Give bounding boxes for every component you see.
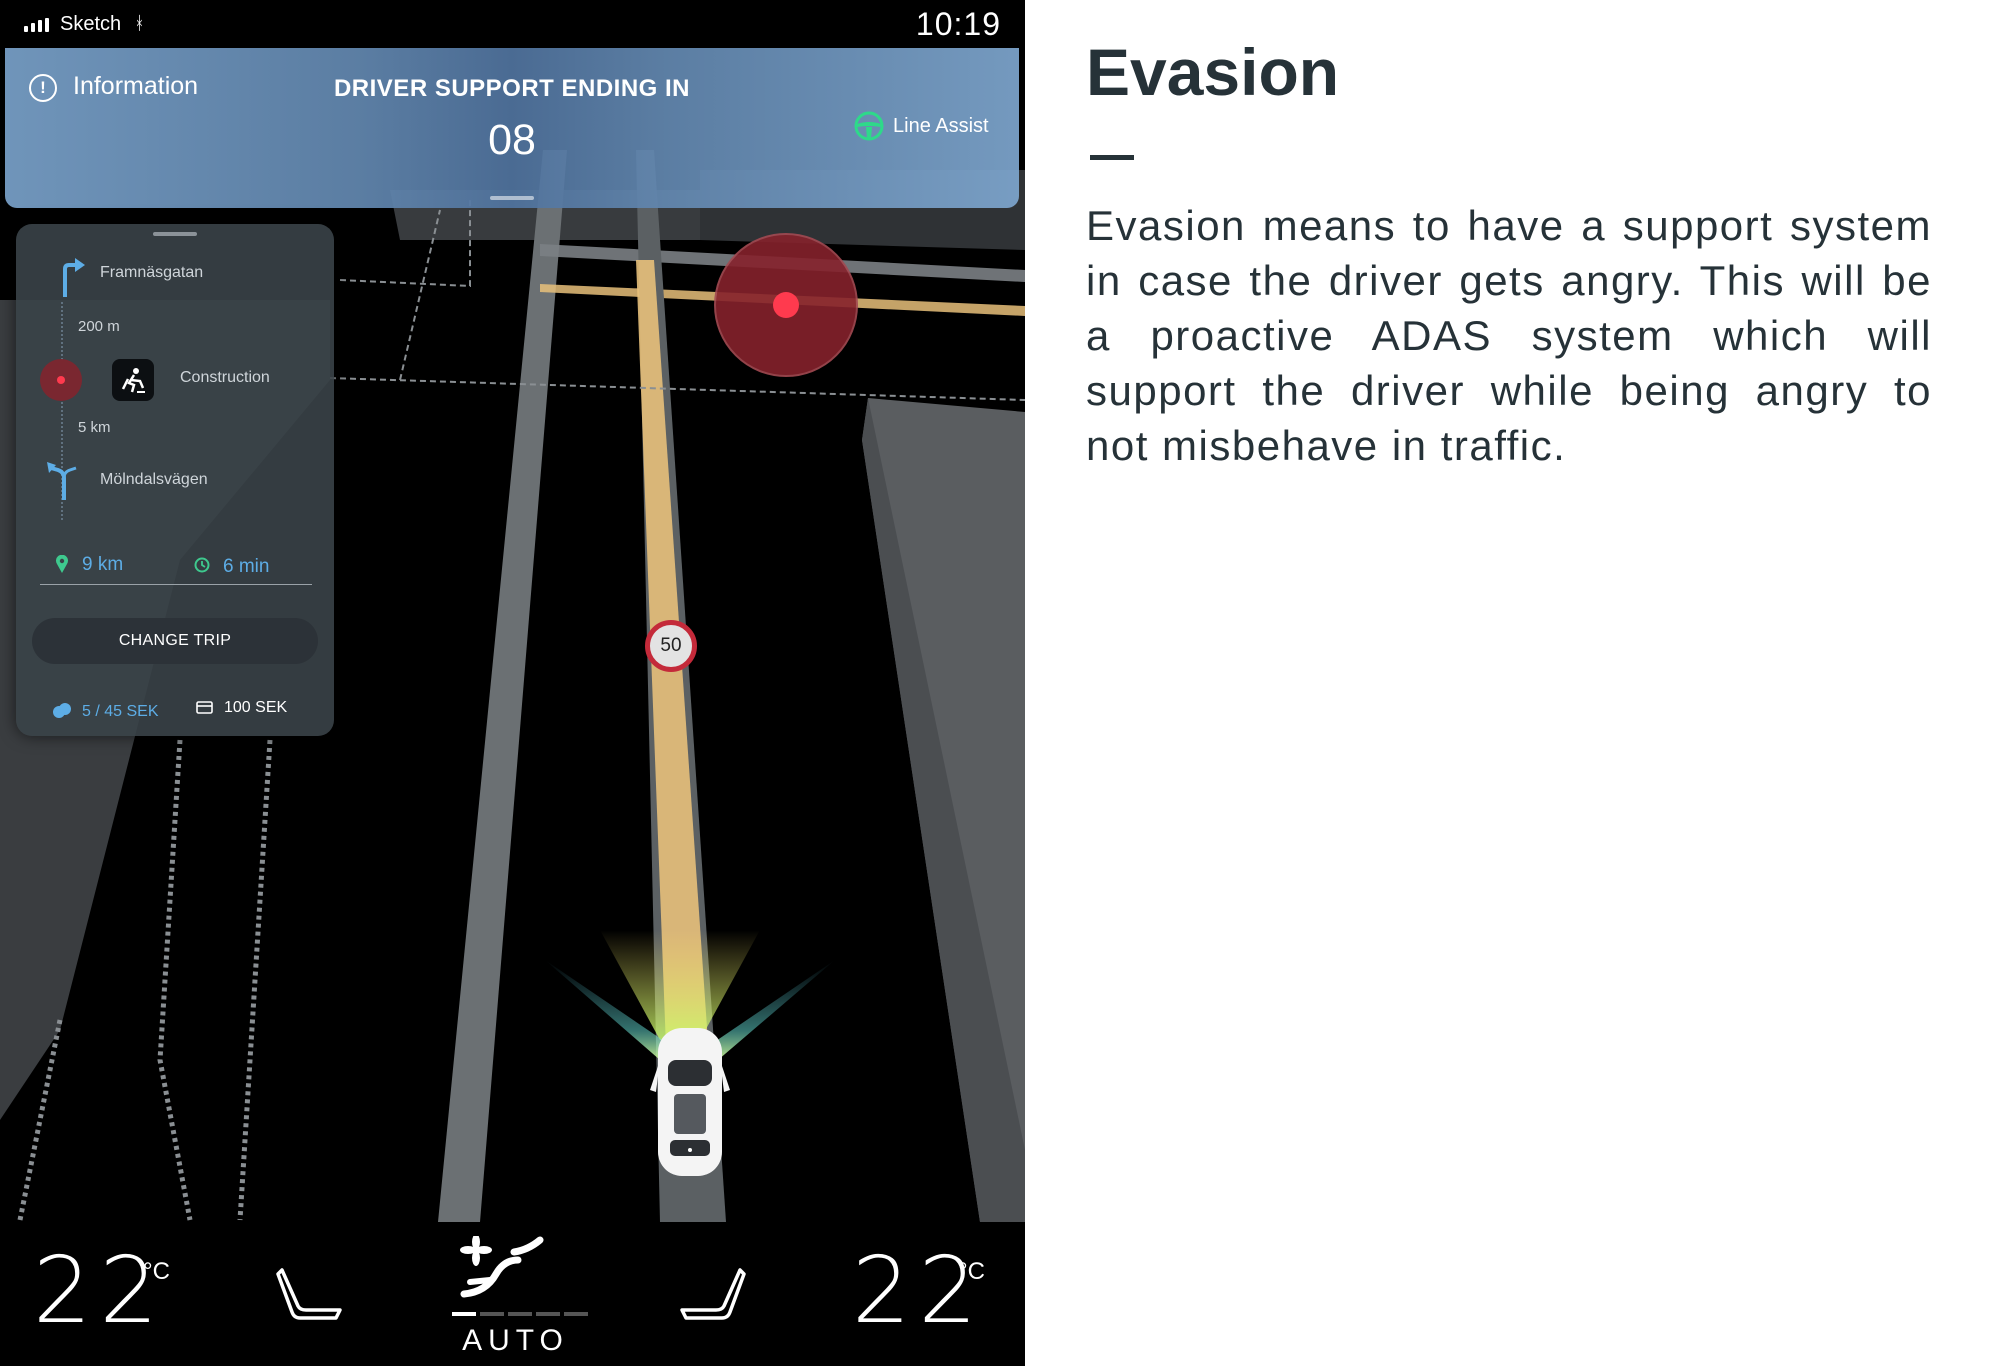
location-pin-icon [56,555,68,573]
article-title: Evasion [1086,35,1340,109]
change-trip-button[interactable]: CHANGE TRIP [32,618,318,664]
fare-amount: 5 / 45 SEK [82,703,159,720]
card-amount: 100 SEK [224,699,288,716]
steering-wheel-icon [854,111,884,141]
right-temperature-unit: °C [958,1258,985,1285]
fan-level-indicator[interactable] [452,1312,588,1316]
remaining-time: 6 min [223,556,270,577]
carrier-name: Sketch [60,13,122,35]
fan-level-segment [564,1312,588,1316]
bluetooth-icon: ᚼ [134,13,145,33]
clock-icon [194,557,210,573]
status-bar: Sketch ᚼ 10:19 [0,0,1025,48]
construction-icon[interactable] [112,359,154,401]
driver-support-banner[interactable]: ! Information DRIVER SUPPORT ENDING IN 0… [5,48,1019,208]
hazard-marker[interactable] [773,292,799,318]
left-temperature-unit: °C [143,1258,170,1285]
fan-level-segment [452,1312,476,1316]
banner-drag-handle[interactable] [490,196,534,200]
seat-heat-right-icon[interactable] [676,1266,746,1326]
car-icon [650,1028,730,1176]
support-ending-title: DRIVER SUPPORT ENDING IN [333,75,691,102]
remaining-distance: 9 km [82,554,124,575]
signal-strength-icon [24,18,49,32]
route-step-hazard[interactable]: Construction [180,369,270,387]
fork-left-icon [47,462,77,500]
divider [40,584,312,585]
status-time: 10:19 [915,6,1001,42]
hazard-dot-icon [40,359,82,401]
route-step-distance: 200 m [78,318,120,335]
fan-airflow-icon[interactable] [456,1236,546,1298]
line-assist-label[interactable]: Line Assist [893,115,989,138]
car-display: 50 Sketch ᚼ 10:19 ! Information DRIVER S… [0,0,1025,1366]
title-divider [1090,155,1134,160]
route-step-street[interactable]: Mölndalsvägen [100,471,208,489]
right-temperature[interactable]: 22 [852,1237,985,1344]
card-icon [196,701,213,714]
article-body: Evasion means to have a support system i… [1086,202,1932,469]
fan-level-segment [536,1312,560,1316]
fan-level-segment [480,1312,504,1316]
panel-drag-handle[interactable] [153,232,197,236]
speed-limit-sign: 50 [645,620,697,672]
coins-icon [53,703,71,718]
route-step-street[interactable]: Framnäsgatan [100,264,203,282]
route-step-distance: 5 km [78,419,111,436]
trip-panel: Framnäsgatan 200 m Construction 5 km Möl… [16,224,334,736]
fan-level-segment [508,1312,532,1316]
climate-bar: 22 °C AUTO 22 °C [0,1222,1025,1366]
turn-right-icon [63,258,85,297]
seat-heat-left-icon[interactable] [276,1266,346,1326]
